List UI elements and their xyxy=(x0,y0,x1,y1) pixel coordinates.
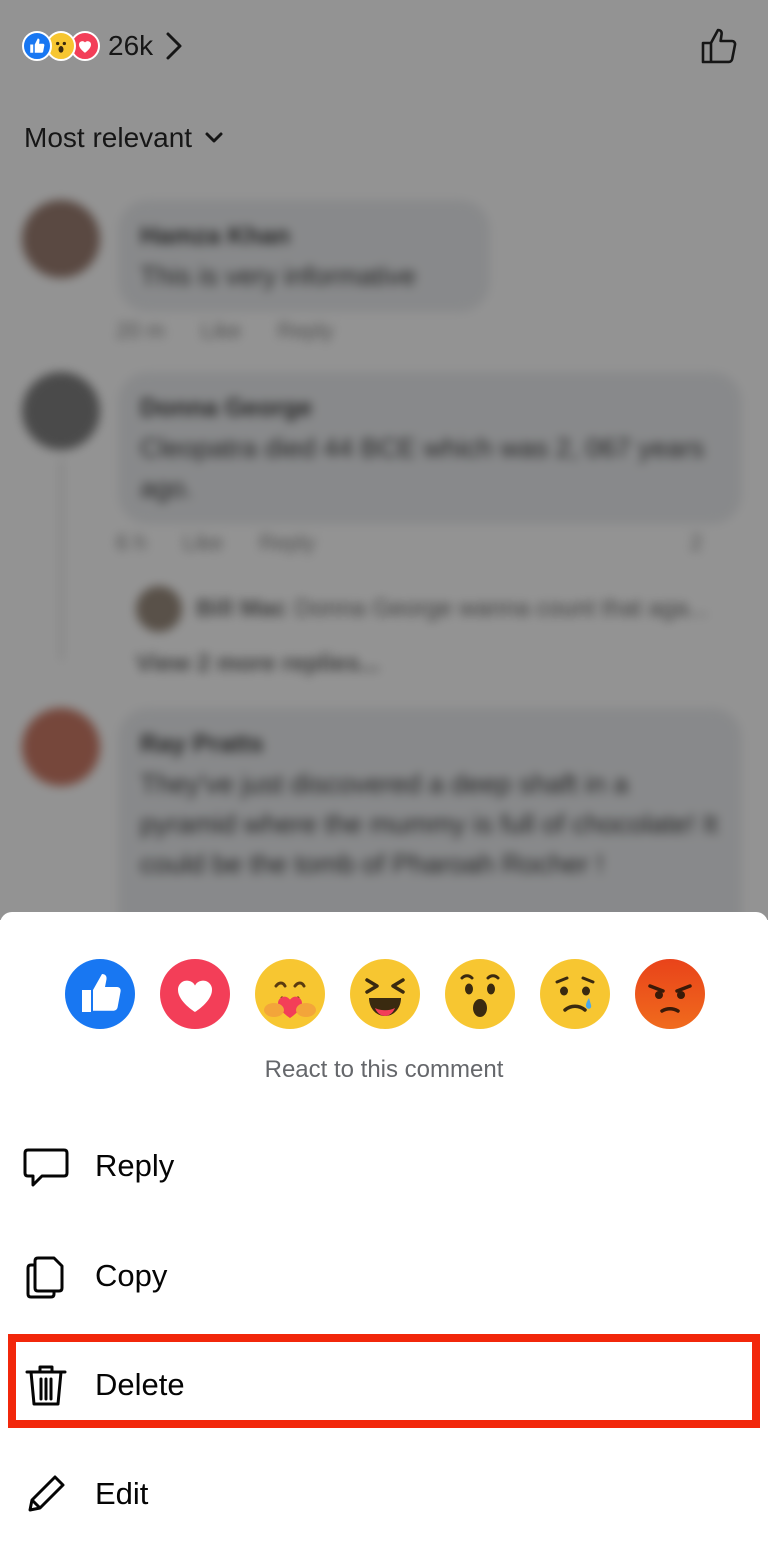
copy-icon xyxy=(26,1256,64,1299)
menu-copy-label: Copy xyxy=(95,1258,168,1293)
like-reaction-icon[interactable] xyxy=(64,958,136,1030)
angry-reaction-icon[interactable] xyxy=(634,958,706,1030)
sad-reaction-icon[interactable] xyxy=(539,958,611,1030)
like-icon xyxy=(22,31,52,61)
menu-reply-label: Reply xyxy=(95,1148,175,1183)
pencil-icon xyxy=(28,1475,65,1512)
comment-actions-sheet: React to this comment Reply Copy Delete … xyxy=(0,912,768,1559)
wow-reaction-icon[interactable] xyxy=(444,958,516,1030)
menu-edit-label: Edit xyxy=(95,1476,149,1511)
delete-highlight-box xyxy=(8,1334,760,1428)
menu-edit[interactable]: Edit xyxy=(0,1448,768,1540)
speech-bubble-icon xyxy=(23,1148,69,1187)
comments-background: 26k Most relevant Hamza Khan This is ver… xyxy=(0,0,768,948)
menu-copy[interactable]: Copy xyxy=(0,1230,768,1322)
dim-overlay[interactable] xyxy=(0,0,768,920)
haha-reaction-icon[interactable] xyxy=(349,958,421,1030)
love-reaction-icon[interactable] xyxy=(159,958,231,1030)
reaction-stack xyxy=(22,31,100,61)
reaction-picker xyxy=(64,958,706,1030)
care-reaction-icon[interactable] xyxy=(254,958,326,1030)
react-hint-text: React to this comment xyxy=(264,1056,504,1083)
menu-reply[interactable]: Reply xyxy=(0,1120,768,1212)
screen: 26k Most relevant Hamza Khan This is ver… xyxy=(0,0,768,1559)
